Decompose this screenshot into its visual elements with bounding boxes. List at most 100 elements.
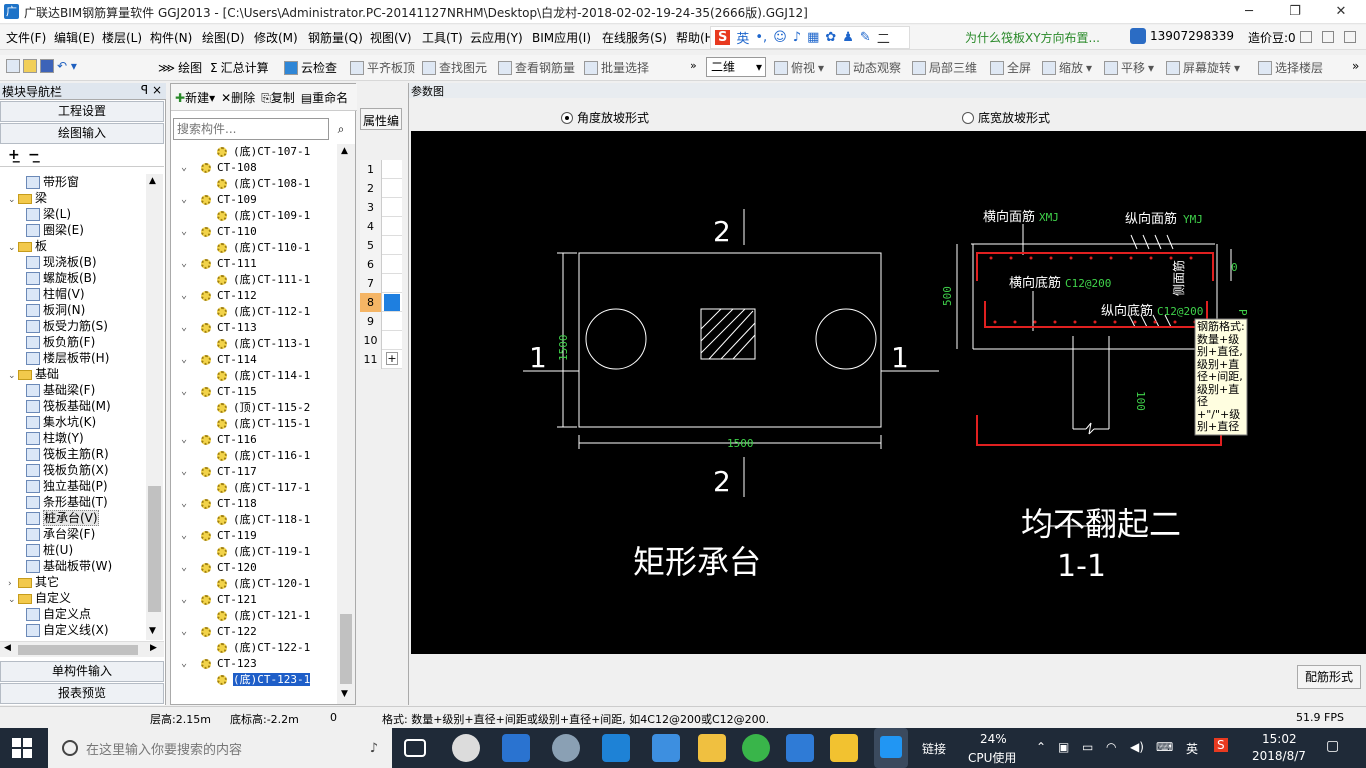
component-list-item[interactable]: ⌄ CT-114 [181,352,257,368]
component-list-item[interactable]: (底)CT-114-1 [217,368,310,384]
component-list-item[interactable]: ⌄ CT-112 [181,288,257,304]
component-list-item[interactable]: ⌄ CT-119 [181,528,257,544]
select-floor-button[interactable]: 选择楼层 [1258,59,1323,76]
component-list-item[interactable]: ⌄ CT-122 [181,624,257,640]
component-list-item[interactable]: (顶)CT-115-2 [217,400,310,416]
component-list-item[interactable]: (底)CT-115-1 [217,416,310,432]
link-label[interactable]: 链接 [922,740,946,757]
flat-top-button[interactable]: 平齐板顶 [350,59,415,76]
sum-button[interactable]: Σ 汇总计算 [210,59,269,76]
nav-tree-item[interactable]: ⌄ 板 [8,238,47,254]
component-list-item[interactable]: ⌄ CT-110 [181,224,257,240]
tree-expander-icon[interactable]: ⌄ [181,624,187,640]
rotate-button[interactable]: 屏幕旋转 ▾ [1166,59,1240,76]
component-list-item[interactable]: (底)CT-109-1 [217,208,310,224]
tree-expander-icon[interactable]: ⌄ [181,432,187,448]
component-list-item[interactable]: ⌄ CT-113 [181,320,257,336]
property-row[interactable]: 10 [360,331,402,350]
component-list-item[interactable]: ⌄ CT-108 [181,160,257,176]
skin-icon[interactable]: ✿ [825,30,836,45]
nav-tree-item[interactable]: 带形窗 [26,174,79,190]
tree-expander-icon[interactable]: ⌄ [181,224,187,240]
hscroll-thumb[interactable] [18,645,138,655]
component-list-item[interactable]: (底)CT-111-1 [217,272,310,288]
tree-expander-icon[interactable]: ⌄ [181,528,187,544]
menu-item-10[interactable]: BIM应用(I) [532,29,591,46]
open-folder-icon[interactable] [23,59,37,73]
menu-item-1[interactable]: 编辑(E) [54,29,95,46]
batch-select-button[interactable]: 批量选择 [584,59,649,76]
lock-icon[interactable] [1322,31,1334,43]
menu-item-7[interactable]: 视图(V) [370,29,412,46]
component-list-item[interactable]: (底)CT-121-1 [217,608,310,624]
component-list-item[interactable]: (底)CT-118-1 [217,512,310,528]
menu-item-12[interactable]: 帮助(H [676,29,714,46]
scroll-down-icon[interactable]: ▼ [341,689,348,699]
nav-tree-item[interactable]: 独立基础(P) [26,478,108,494]
component-list-item[interactable]: (底)CT-117-1 [217,480,310,496]
draw-button[interactable]: ⋙ 绘图 [158,59,202,76]
find-element-button[interactable]: 查找图元 [422,59,487,76]
list-scrollbar[interactable]: ▲ ▼ [337,144,355,704]
menu-item-3[interactable]: 构件(N) [150,29,192,46]
tools-icon[interactable]: ✎ [860,30,871,45]
ie-app-icon[interactable] [502,734,530,762]
scroll-down-icon[interactable]: ▼ [149,626,156,636]
glodon-g-icon[interactable] [786,734,814,762]
pin-close-icon[interactable]: ꟼ × [141,83,162,97]
menu-item-2[interactable]: 楼层(L) [102,29,142,46]
nav-tree-item[interactable]: 基础梁(F) [26,382,95,398]
nav-tree-item[interactable]: 圈梁(E) [26,222,84,238]
nav-tree-item[interactable]: ⌄ 自定义 [8,590,71,606]
draw-input-button[interactable]: 绘图输入 [0,123,164,144]
component-list-item[interactable]: (底)CT-119-1 [217,544,310,560]
nav-scrollbar[interactable]: ▲ ▼ [146,174,163,640]
project-settings-button[interactable]: 工程设置 [0,101,164,122]
search-icon[interactable]: ⌕ [331,118,351,140]
nav-tree-item[interactable]: 楼层板带(H) [26,350,109,366]
nav-tree-item[interactable]: 现浇板(B) [26,254,97,270]
component-list-item[interactable]: ⌄ CT-121 [181,592,257,608]
component-list-item[interactable]: ⌄ CT-111 [181,256,257,272]
notes-icon[interactable] [830,734,858,762]
menu-item-11[interactable]: 在线服务(S) [602,29,667,46]
notification-icon[interactable]: ▢ [1326,738,1339,754]
property-row[interactable]: 6 [360,255,402,274]
tree-expander-icon[interactable]: ⌄ [181,384,187,400]
green-app-icon[interactable] [742,734,770,762]
scroll-left-icon[interactable]: ◀ [4,643,11,653]
tree-expander-icon[interactable]: ⌄ [181,160,187,176]
scroll-up-icon[interactable]: ▲ [149,176,156,186]
component-list-item[interactable]: ⌄ CT-123 [181,656,257,672]
nav-tree-item[interactable]: 筏板负筋(X) [26,462,109,478]
tree-expander-icon[interactable]: ⌄ [181,496,187,512]
keyboard-icon[interactable]: ▦ [807,30,819,45]
wifi-icon[interactable]: ◠ [1106,740,1116,754]
rename-button[interactable]: ▤重命名 [301,89,348,106]
tree-expander-icon[interactable]: ⌄ [181,592,187,608]
component-list-item[interactable]: ⌄ CT-116 [181,432,257,448]
tree-expander-icon[interactable]: ⌄ [181,288,187,304]
single-component-input-button[interactable]: 单构件输入 [0,661,164,682]
browser-360-icon[interactable] [552,734,580,762]
new-button[interactable]: ✚新建▾ [175,89,215,106]
tree-expander-icon[interactable]: ⌄ [181,464,187,480]
toolbar-overflow-icon[interactable]: » [690,59,697,72]
nav-tree-item[interactable]: › 其它 [8,574,59,590]
tray-app-icon[interactable]: ▣ [1058,740,1069,754]
help-icon[interactable] [1344,31,1356,43]
tshirt-icon[interactable]: ♟ [842,30,854,45]
nav-tree-item[interactable]: 梁(L) [26,206,71,222]
nav-tree-item[interactable]: 板受力筋(S) [26,318,108,334]
nav-tree-item[interactable]: 自定义线(X) [26,622,109,638]
nav-hscrollbar[interactable]: ◀ ▶ [0,641,164,657]
nav-tree-item[interactable]: 筏板基础(M) [26,398,111,414]
component-list-item[interactable]: ⌄ CT-117 [181,464,257,480]
tree-expander-icon[interactable]: ⌄ [181,192,187,208]
local-3d-button[interactable]: 局部三维 [912,59,977,76]
pan-button[interactable]: 平移 ▾ [1104,59,1154,76]
minimize-button[interactable]: ─ [1226,0,1272,24]
property-row[interactable]: 9 [360,312,402,331]
nav-tree-item[interactable]: 板负筋(F) [26,334,95,350]
tree-expander-icon[interactable]: ⌄ [8,240,18,256]
